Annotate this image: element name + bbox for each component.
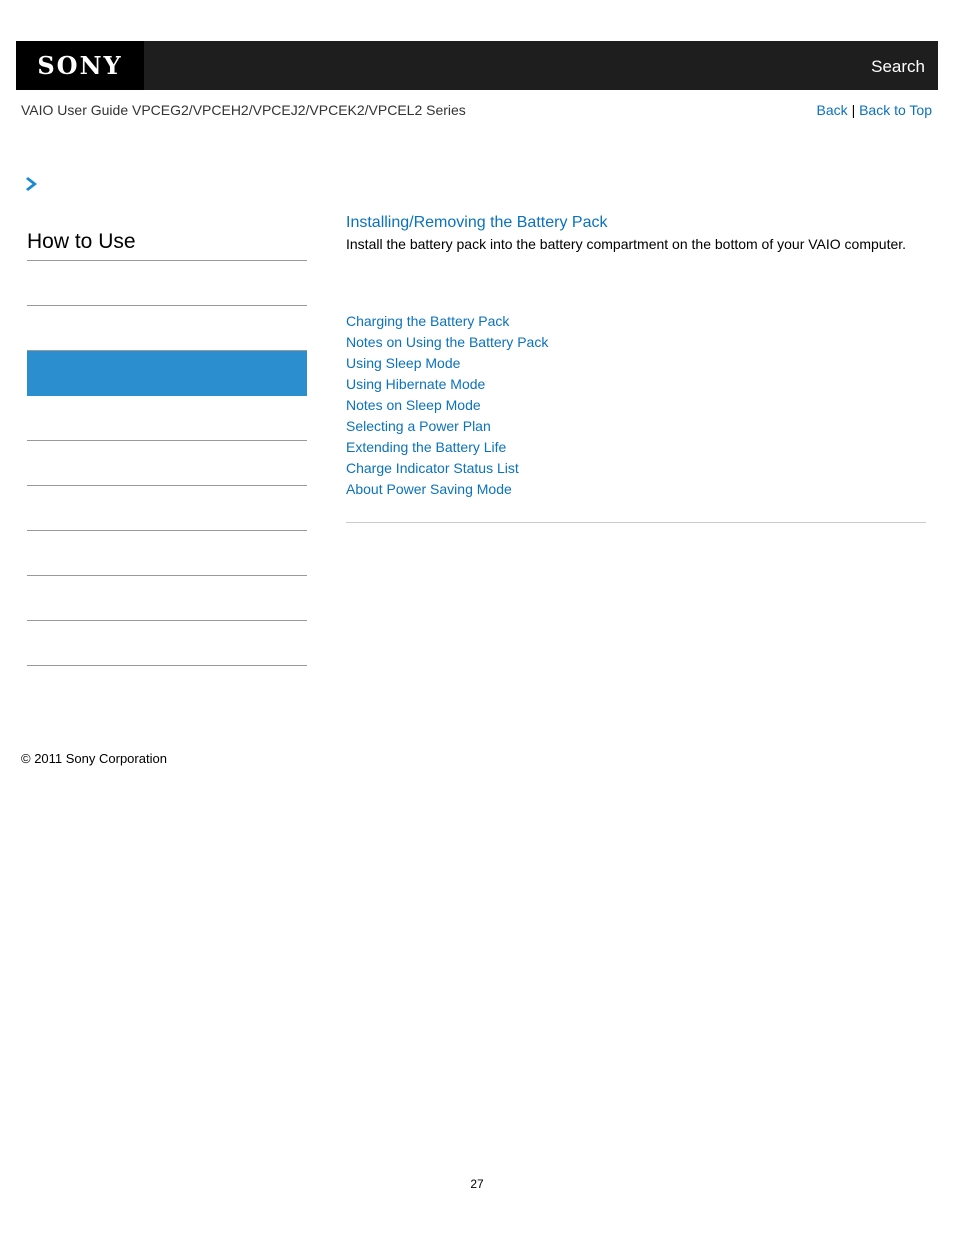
sidebar-item[interactable] [27,621,307,666]
sidebar-item[interactable] [27,531,307,576]
search-button[interactable]: Search [871,57,925,77]
sidebar-title: How to Use [27,230,307,261]
sidebar-item-active[interactable] [27,351,307,396]
sidebar-item[interactable] [27,576,307,621]
sidebar: How to Use [27,230,307,666]
main-content: Installing/Removing the Battery Pack Ins… [346,214,926,500]
sidebar-item[interactable] [27,441,307,486]
topic-description: Install the battery pack into the batter… [346,236,907,252]
related-link[interactable]: Extending the Battery Life [346,437,926,458]
chevron-right-icon[interactable] [26,176,40,197]
sidebar-item[interactable] [27,396,307,441]
related-links: Charging the Battery Pack Notes on Using… [346,311,926,500]
related-link[interactable]: Notes on Using the Battery Pack [346,332,926,353]
nav-separator: | [851,102,856,118]
related-link[interactable]: Selecting a Power Plan [346,416,926,437]
top-navigation: Back | Back to Top [817,102,932,118]
guide-title: VAIO User Guide VPCEG2/VPCEH2/VPCEJ2/VPC… [21,102,466,118]
sidebar-item[interactable] [27,306,307,351]
back-link[interactable]: Back [817,102,848,118]
related-link[interactable]: Notes on Sleep Mode [346,395,926,416]
topic-title-link[interactable]: Installing/Removing the Battery Pack [346,214,926,232]
copyright: © 2011 Sony Corporation [21,751,167,766]
related-link[interactable]: Using Hibernate Mode [346,374,926,395]
related-link[interactable]: About Power Saving Mode [346,479,926,500]
page-number: 27 [470,1177,484,1191]
top-bar: SONY Search [16,41,938,90]
sidebar-item[interactable] [27,261,307,306]
sony-logo[interactable]: SONY [16,41,144,90]
related-link[interactable]: Charge Indicator Status List [346,458,926,479]
related-link[interactable]: Using Sleep Mode [346,353,926,374]
content-divider [346,522,926,523]
related-link[interactable]: Charging the Battery Pack [346,311,926,332]
back-to-top-link[interactable]: Back to Top [859,102,932,118]
logo-text: SONY [37,51,123,80]
sidebar-item[interactable] [27,486,307,531]
